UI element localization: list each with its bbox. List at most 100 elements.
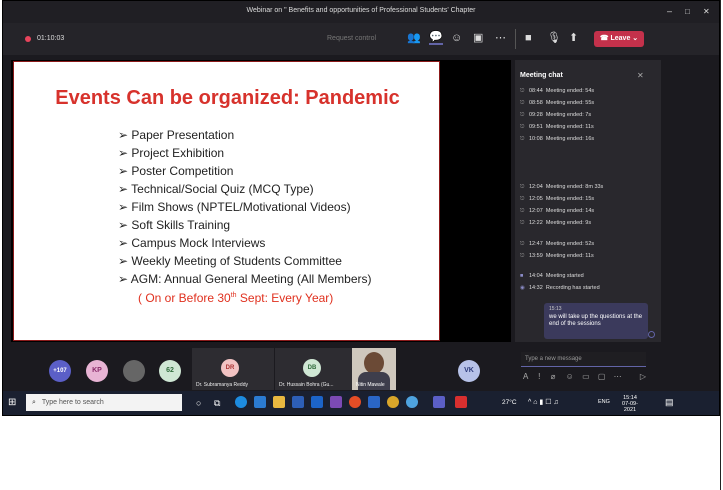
record-icon: ◉ [520, 285, 525, 291]
sticker-icon[interactable]: ▢ [598, 372, 606, 381]
overflow-participants[interactable]: +107 [49, 360, 71, 382]
participant-tile[interactable]: DB Dr. Hussain Bohra (Gu... [275, 348, 353, 390]
participant-name: Dr. Hussain Bohra (Gu... [279, 382, 334, 388]
participants-icon[interactable]: 👥 [407, 33, 421, 44]
edge-icon[interactable] [235, 396, 247, 408]
recording-icon [25, 36, 31, 42]
avatar-62[interactable]: 62 [159, 360, 181, 382]
compose-actions: A ! ⌀ ☺ ▭ ▢ ⋯ ▷ [523, 372, 647, 384]
chat-event: ■ 14:04 Meeting started [520, 273, 584, 279]
call-ended-icon: ⎋ [520, 100, 525, 106]
chrome-icon[interactable] [387, 396, 399, 408]
language-indicator[interactable]: ENG [598, 399, 610, 405]
windows-start-icon[interactable]: ⊞ [8, 397, 16, 408]
pdf-icon[interactable] [455, 396, 467, 408]
word-icon[interactable] [368, 396, 380, 408]
mail-icon[interactable] [292, 396, 304, 408]
weather-temp[interactable]: 27°C [502, 399, 517, 406]
message-text: we will take up the questions at the end… [549, 314, 643, 327]
call-ended-icon: ⎋ [520, 208, 525, 214]
chat-event: ⎋ 10:08 Meeting ended: 16s [520, 136, 595, 142]
attach-icon[interactable]: ⌀ [551, 372, 556, 381]
store-icon[interactable] [254, 396, 266, 408]
onenote-icon[interactable] [311, 396, 323, 408]
teams-icon[interactable] [433, 396, 445, 408]
task-view-icon[interactable]: ⧉ [214, 398, 220, 409]
video-person [364, 352, 384, 374]
slide-bullet: ➢ Campus Mock Interviews [118, 236, 266, 250]
participant-tile[interactable]: DR Dr. Subramanya Reddy [192, 348, 274, 390]
more-icon[interactable]: ⋯ [614, 372, 622, 381]
call-ended-icon: ⎋ [520, 253, 525, 259]
message-input[interactable]: Type a new message [521, 352, 646, 367]
cortana-icon[interactable]: ○ [196, 398, 201, 409]
slide-footer: ( On or Before 30th Sept: Every Year) [138, 291, 334, 305]
reactions-icon[interactable]: ☺ [451, 33, 462, 44]
call-ended-icon: ⎋ [520, 184, 525, 190]
chat-event: ◉ 14:32 Recording has started [520, 285, 600, 291]
call-ended-icon: ⎋ [520, 196, 525, 202]
slide-bullet: ➢ AGM: Annual General Meeting (All Membe… [118, 272, 372, 286]
chat-icon[interactable]: 💬 [429, 32, 443, 45]
slide-bullet: ➢ Film Shows (NPTEL/Motivational Videos) [118, 200, 351, 214]
camera-off-icon[interactable]: ■ [525, 33, 532, 44]
notifications-icon[interactable]: ▤ [665, 397, 674, 408]
avatar-photo[interactable] [123, 360, 145, 382]
share-screen-icon[interactable]: ⬆ [569, 33, 578, 44]
right-border [720, 0, 721, 490]
file-explorer-icon[interactable] [273, 396, 285, 408]
chat-event: ⎋ 12:05 Meeting ended: 15s [520, 196, 595, 202]
call-ended-icon: ⎋ [520, 124, 525, 130]
call-ended-icon: ⎋ [520, 88, 525, 94]
app-icon[interactable] [330, 396, 342, 408]
phone-icon: ☎ [599, 35, 611, 42]
clock[interactable]: 15:14 07-09-2021 [617, 395, 643, 413]
avatar-kp[interactable]: KP [86, 360, 108, 382]
minimize-icon[interactable]: – [667, 6, 672, 17]
emoji-icon[interactable]: ☺ [566, 372, 574, 381]
tray-icons[interactable]: ^ ⌂ ▮ ☐ ♫ [528, 398, 559, 406]
send-icon[interactable]: ▷ [640, 372, 646, 381]
close-chat-icon[interactable]: ✕ [637, 70, 644, 81]
participant-video-tile[interactable]: Nitin Mawale [352, 348, 396, 390]
mic-off-icon[interactable]: 🎙 [547, 33, 561, 44]
slide-bullet: ➢ Soft Skills Training [118, 218, 231, 232]
leave-label: Leave [610, 35, 631, 42]
message-time: 15:13 [549, 306, 562, 312]
format-icon[interactable]: A [523, 372, 528, 381]
slide-bullet: ➢ Paper Presentation [118, 128, 235, 142]
call-ended-icon: ⎋ [520, 112, 525, 118]
close-icon[interactable]: ✕ [703, 6, 710, 17]
participant-name: Nitin Mawale [356, 382, 385, 388]
chat-event: ⎋ 12:22 Meeting ended: 9s [520, 220, 592, 226]
leave-button[interactable]: ☎ Leave ⌄ [594, 31, 644, 47]
maximize-icon[interactable]: □ [685, 6, 690, 17]
chat-title: Meeting chat [520, 72, 563, 79]
toolbar-divider [515, 29, 516, 49]
participant-name: Dr. Subramanya Reddy [196, 382, 248, 388]
avatar-db: DB [303, 359, 321, 377]
presentation-slide: Events Can be organized: Pandemic ➢ Pape… [13, 61, 440, 341]
gif-icon[interactable]: ▭ [582, 372, 590, 381]
seen-icon [648, 331, 655, 338]
call-ended-icon: ⎋ [520, 241, 525, 247]
slide-bullet: ➢ Weekly Meeting of Students Committee [118, 254, 342, 268]
avatar-vk[interactable]: VK [458, 360, 480, 382]
avatar-dr: DR [221, 359, 239, 377]
important-icon[interactable]: ! [538, 372, 540, 381]
taskbar-search[interactable]: ⌕ Type here to search [26, 394, 182, 411]
request-control-button[interactable]: Request control [327, 35, 376, 42]
meeting-toolbar: 01:10:03 Request control 👥 💬 ☺ ▣ ⋯ ■ 🎙 ⬆… [3, 23, 719, 55]
slide-title: Events Can be organized: Pandemic [55, 87, 400, 109]
firefox-icon[interactable] [349, 396, 361, 408]
more-options-icon[interactable]: ⋯ [495, 33, 506, 44]
chevron-down-icon: ⌄ [632, 35, 639, 42]
rooms-icon[interactable]: ▣ [473, 33, 483, 44]
slide-bullet: ➢ Project Exhibition [118, 146, 225, 160]
chat-event: ⎋ 12:07 Meeting ended: 14s [520, 208, 595, 214]
chat-event: ⎋ 09:51 Meeting ended: 11s [520, 124, 594, 130]
browser-icon[interactable] [406, 396, 418, 408]
meeting-timer: 01:10:03 [37, 35, 65, 42]
chat-event: ⎋ 13:59 Meeting ended: 11s [520, 253, 594, 259]
call-ended-icon: ⎋ [520, 136, 525, 142]
